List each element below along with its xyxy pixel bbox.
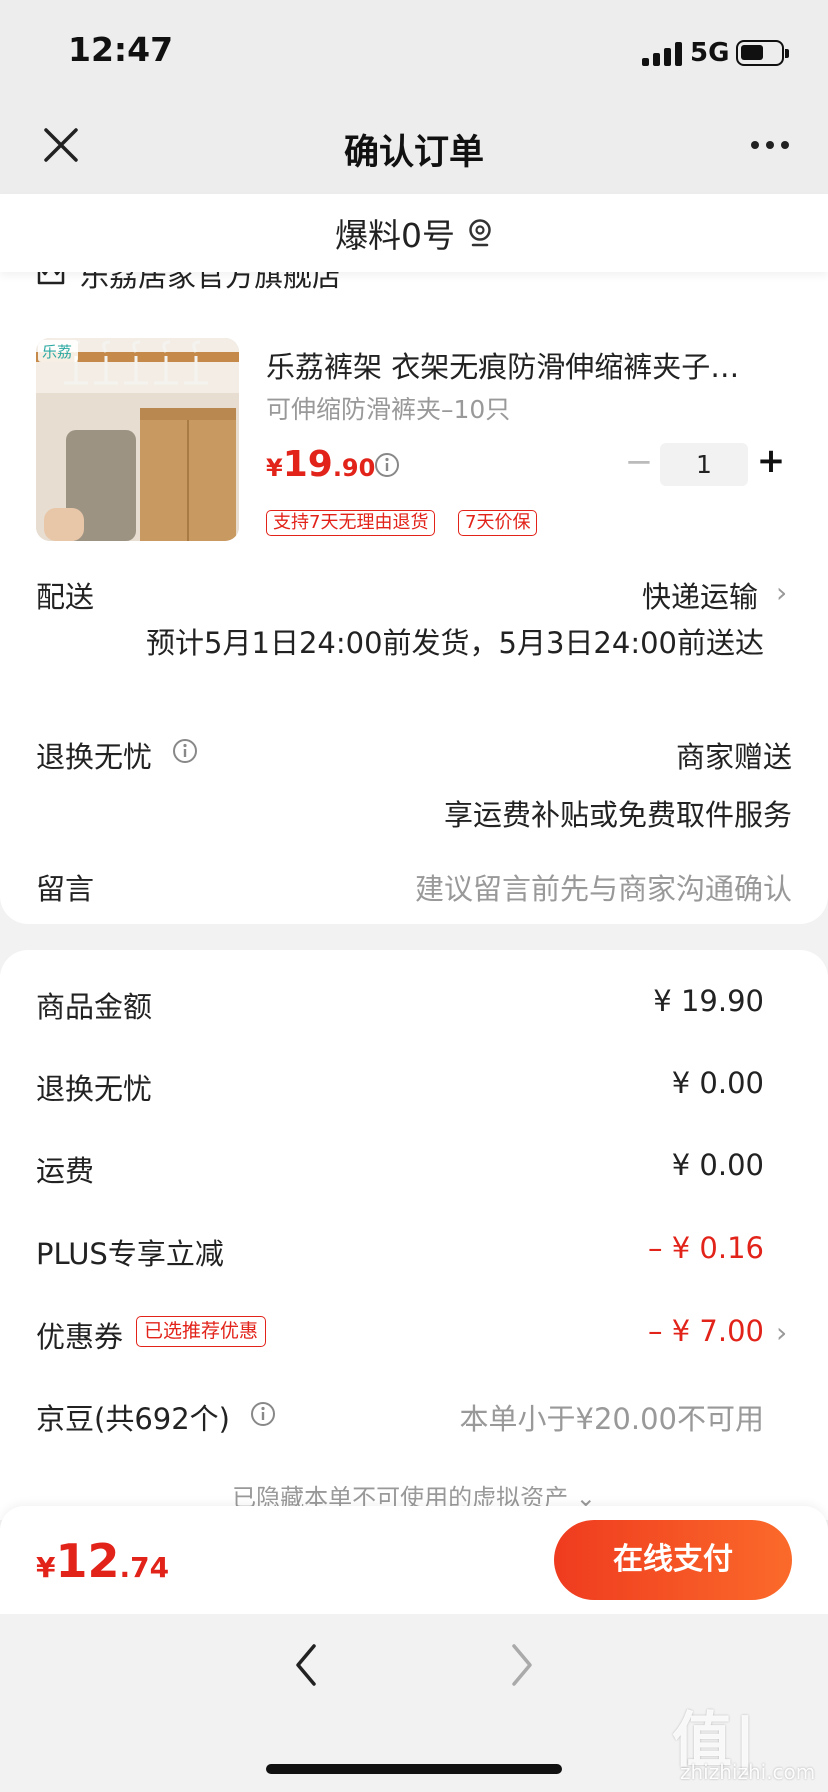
chevron-right-icon: › <box>776 1316 788 1349</box>
delivery-label: 配送 <box>36 580 95 614</box>
page-title: 确认订单 <box>343 133 484 173</box>
more-dot <box>766 141 774 149</box>
product-title[interactable]: 乐荔裤架 衣架无痕防滑伸缩裤夹子… <box>266 344 786 386</box>
return-service-value: 商家赠送 <box>675 740 792 774</box>
coupon-label: 优惠券 <box>36 1320 124 1354</box>
product-price: ¥ 19 .90 <box>266 444 375 485</box>
total-integer: 12 <box>55 1534 120 1588</box>
goods-amount-value: ¥ 19.90 <box>653 984 764 1018</box>
forward-button[interactable] <box>506 1640 538 1694</box>
goods-amount-label: 商品金额 <box>36 990 153 1024</box>
return-service-info-icon[interactable] <box>172 738 198 768</box>
total-decimal: .74 <box>119 1551 170 1584</box>
message-input[interactable]: 建议留言前先与商家沟通确认 <box>415 866 792 908</box>
delivery-estimate: 预计5月1日24:00前发货，5月3日24:00前送达 <box>146 626 764 660</box>
address-bar[interactable]: 爆料0号 <box>0 194 828 272</box>
more-button[interactable] <box>740 120 800 170</box>
total-currency: ¥ <box>36 1551 56 1584</box>
price-decimal: .90 <box>332 454 376 482</box>
location-pin-icon <box>469 219 491 247</box>
jingdou-info-icon[interactable] <box>250 1401 276 1431</box>
return-fee-label: 退换无忧 <box>36 1072 153 1106</box>
shipping-label: 运费 <box>36 1154 95 1188</box>
shipping-value: ¥ 0.00 <box>671 1148 764 1182</box>
price-protect-tag: 7天价保 <box>458 510 538 536</box>
quantity-input[interactable]: 1 <box>660 443 748 486</box>
coupon-selected-tag: 已选推荐优惠 <box>136 1316 267 1347</box>
order-total: ¥ 12 .74 <box>36 1534 169 1588</box>
return-fee-value: ¥ 0.00 <box>671 1066 764 1100</box>
return-service-desc: 享运费补贴或免费取件服务 <box>443 798 792 832</box>
home-indicator <box>266 1764 562 1774</box>
chevron-right-icon: › <box>776 576 788 609</box>
network-label: 5G <box>690 38 730 68</box>
jingdou-value: 本单小于¥20.00不可用 <box>459 1402 764 1436</box>
plus-discount-label: PLUS专享立减 <box>36 1237 224 1271</box>
message-label: 留言 <box>36 872 95 906</box>
delivery-method[interactable]: 快递运输 <box>642 574 758 616</box>
price-integer: 19 <box>282 444 333 485</box>
address-text: 爆料0号 <box>335 216 455 255</box>
quantity-minus-button[interactable]: − <box>624 445 654 479</box>
chevron-right-icon <box>512 1644 532 1686</box>
price-currency: ¥ <box>266 454 283 482</box>
product-thumbnail[interactable]: 乐荔 <box>36 338 239 541</box>
more-dot <box>781 141 789 149</box>
plus-discount-value: – ¥ 0.16 <box>648 1231 764 1265</box>
more-dot <box>751 141 759 149</box>
battery-icon <box>736 40 789 66</box>
price-info-icon[interactable] <box>374 452 400 482</box>
jingdou-label: 京豆(共692个) <box>36 1402 230 1436</box>
product-image: 乐荔 <box>36 338 239 541</box>
back-button[interactable] <box>290 1640 322 1694</box>
product-spec: 可伸缩防滑裤夹–10只 <box>266 395 511 424</box>
product-image-brand: 乐荔 <box>42 343 72 361</box>
chevron-left-icon <box>296 1644 316 1686</box>
status-time: 12:47 <box>68 30 174 69</box>
pay-online-button[interactable]: 在线支付 <box>554 1520 792 1600</box>
watermark-url: zhizhizhi.com <box>680 1760 816 1784</box>
return-policy-tag: 支持7天无理由退货 <box>266 510 436 536</box>
return-service-label: 退换无忧 <box>36 740 153 774</box>
signal-icon <box>642 42 682 66</box>
coupon-value[interactable]: – ¥ 7.00 <box>648 1314 764 1348</box>
quantity-plus-button[interactable]: + <box>756 444 786 478</box>
